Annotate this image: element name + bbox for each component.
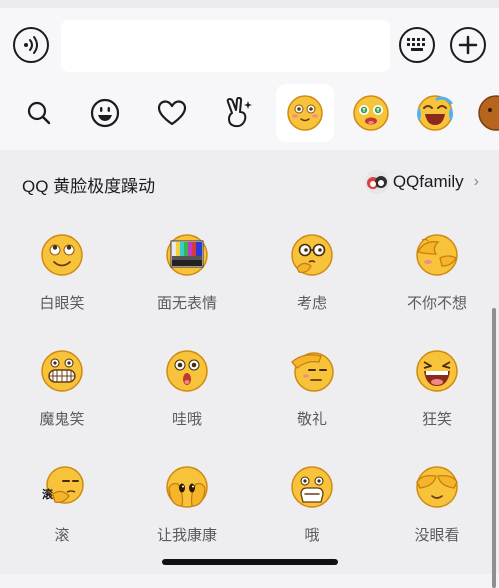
salute-face-icon: [291, 352, 334, 392]
emoji-label: 狂笑: [421, 411, 452, 428]
heart-icon: [157, 100, 187, 126]
chevron-right-icon: ›: [473, 173, 479, 190]
pack-title: QQ 黄脸极度躁动: [22, 177, 156, 196]
emoji-label: 哇哦: [171, 411, 202, 428]
tab-pack-4[interactable]: [476, 84, 499, 142]
emoji-label: 白眼笑: [39, 295, 85, 312]
eye-roll-smile-icon: [41, 234, 83, 276]
emoji-item[interactable]: 哇哦: [125, 338, 249, 454]
emoji-item[interactable]: 滚 滚: [0, 454, 124, 570]
emoji-item[interactable]: 让我康康: [125, 454, 249, 570]
tab-stickers[interactable]: [209, 84, 267, 142]
emoji-item[interactable]: 魔鬼笑: [0, 338, 124, 454]
emoji-label: 没眼看: [414, 527, 460, 544]
thinking-glasses-face-icon: [291, 234, 333, 276]
peace-hand-icon: [226, 97, 252, 128]
emoji-item[interactable]: 狂笑: [375, 338, 499, 454]
hands-over-eyes-icon: [416, 466, 458, 508]
keyboard-button[interactable]: [399, 27, 435, 63]
laughing-tears-face-icon: [417, 95, 453, 131]
tab-pack-2[interactable]: [342, 84, 400, 142]
emoji-item[interactable]: 没眼看: [375, 454, 499, 570]
vertical-scrollbar[interactable]: [492, 308, 496, 588]
emoji-label: 不你不想: [406, 295, 467, 312]
add-button[interactable]: [450, 27, 486, 63]
keyboard-icon: [407, 38, 425, 51]
emoji-item[interactable]: 不你不想: [375, 222, 499, 338]
surprised-face-icon: [166, 350, 208, 392]
input-toolbar: [0, 0, 499, 150]
blushing-face-icon: [287, 95, 323, 131]
tab-search[interactable]: [10, 84, 68, 142]
qqfamily-avatar-icon: [364, 170, 389, 194]
author-name: QQfamily: [392, 172, 464, 191]
home-indicator[interactable]: [162, 559, 338, 565]
pack-author-link[interactable]: QQfamily ›: [364, 169, 479, 195]
emoji-label: 让我康康: [156, 527, 217, 544]
emoji-pack-panel: QQ 黄脸极度躁动 QQfamily › 白眼笑 面无表情 考虑 不你不想 魔鬼…: [0, 150, 499, 588]
peeking-face-icon: [166, 466, 208, 508]
top-edge: [0, 0, 499, 8]
oh-face-icon: [291, 466, 333, 508]
covering-face-icon: [416, 234, 458, 276]
emoji-label: 哦: [304, 527, 320, 544]
emoji-item[interactable]: 哦: [250, 454, 374, 570]
emoji-item[interactable]: 面无表情: [125, 222, 249, 338]
emoji-label: 敬礼: [296, 411, 327, 428]
svg-text:滚: 滚: [42, 487, 54, 501]
emoji-label: 考虑: [296, 295, 327, 312]
tab-favorites[interactable]: [143, 84, 201, 142]
money-eyes-face-icon: [353, 95, 389, 131]
go-away-face-icon: 滚: [42, 466, 84, 504]
plus-icon: [458, 35, 478, 55]
author-avatar: [364, 170, 389, 194]
evil-grin-icon: [41, 350, 83, 392]
tab-emoji[interactable]: [76, 84, 134, 142]
tab-pack-3[interactable]: [408, 84, 466, 142]
voice-button[interactable]: [13, 27, 49, 63]
emoji-tab-bar: [0, 84, 499, 142]
emoji-item[interactable]: 考虑: [250, 222, 374, 338]
emoji-label: 面无表情: [156, 295, 217, 312]
emoji-label: 滚: [54, 527, 70, 544]
brown-face-icon: [478, 95, 499, 131]
voice-wave-icon: [24, 36, 38, 54]
search-icon: [27, 101, 51, 125]
emoji-item[interactable]: 白眼笑: [0, 222, 124, 338]
smiley-icon: [90, 98, 120, 128]
message-input[interactable]: [61, 20, 390, 72]
emoji-label: 魔鬼笑: [39, 411, 85, 428]
test-pattern-face-icon: [166, 234, 208, 276]
tab-qq-yellow-face[interactable]: [276, 84, 334, 142]
emoji-item[interactable]: 敬礼: [250, 338, 374, 454]
crazy-laugh-icon: [416, 350, 458, 392]
